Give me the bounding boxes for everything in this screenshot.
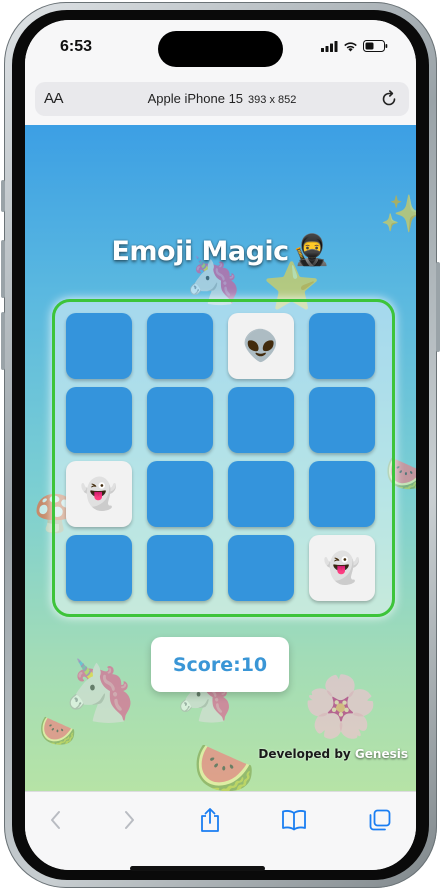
memory-card[interactable]: [147, 387, 213, 453]
forward-icon: [125, 811, 134, 829]
developer-credit: Developed by Genesis: [258, 747, 408, 761]
volume-down-button: [1, 312, 5, 370]
home-indicator: [130, 866, 265, 871]
bookmarks-icon: [282, 810, 306, 831]
power-button: [436, 262, 440, 352]
tabs-icon: [369, 809, 391, 831]
memory-card[interactable]: [228, 535, 294, 601]
memory-card[interactable]: [228, 461, 294, 527]
forward-button[interactable]: [115, 806, 143, 834]
bg-flower-icon: 🌸: [303, 672, 378, 742]
credit-prefix: Developed by: [258, 747, 351, 761]
game-title-text: Emoji Magic: [111, 236, 289, 267]
status-time: 6:53: [60, 38, 93, 55]
status-bar: 6:53: [25, 20, 416, 78]
device-name: Apple iPhone 15: [147, 91, 244, 106]
memory-card[interactable]: [228, 387, 294, 453]
game-board: 👽 👻 👻: [52, 299, 395, 617]
reload-icon[interactable]: [379, 89, 399, 109]
phone-screen: 6:53 AA Apple iPhone 15 393 x 852 🦄 ⭐ ✨ …: [25, 20, 416, 870]
tabs-button[interactable]: [366, 806, 394, 834]
memory-card[interactable]: [147, 313, 213, 379]
back-icon: [51, 811, 60, 829]
web-content: 🦄 ⭐ ✨ 🦄 🍉 🌸 🍉 🦄 🍄 🍉 Emoji Magic 🥷 👽 👻 👻 Sco…: [25, 125, 416, 791]
memory-card[interactable]: [309, 387, 375, 453]
share-button[interactable]: [196, 806, 224, 834]
bg-sparkles-icon: ✨: [380, 194, 416, 235]
memory-card[interactable]: [66, 313, 132, 379]
credit-author: Genesis: [354, 747, 408, 761]
memory-card[interactable]: [66, 535, 132, 601]
status-icons: [321, 40, 388, 52]
memory-card[interactable]: [309, 461, 375, 527]
device-title: Apple iPhone 15 393 x 852: [35, 91, 409, 106]
memory-card[interactable]: [309, 313, 375, 379]
bg-unicorn-icon: 🦄: [63, 656, 138, 726]
dynamic-island: [158, 31, 283, 67]
score-box: Score:10: [151, 637, 289, 692]
browser-toolbar: [25, 791, 416, 870]
alien-icon: 👽: [242, 328, 280, 364]
cellular-signal-icon: [321, 40, 338, 52]
memory-card[interactable]: [66, 387, 132, 453]
memory-card-revealed[interactable]: 👽: [228, 313, 294, 379]
action-button: [1, 180, 5, 212]
bg-watermelon-icon: 🍉: [39, 714, 77, 749]
battery-icon: [363, 40, 388, 52]
ninja-icon: 🥷: [292, 233, 330, 268]
game-title: Emoji Magic 🥷: [25, 233, 416, 268]
wifi-icon: [344, 41, 357, 51]
volume-up-button: [1, 240, 5, 298]
back-button[interactable]: [42, 806, 70, 834]
memory-card-revealed[interactable]: 👻: [309, 535, 375, 601]
bg-watermelon-icon: 🍉: [193, 739, 256, 791]
device-dimensions: 393 x 852: [248, 94, 297, 106]
ghost-icon: 👻: [323, 550, 361, 586]
bookmarks-button[interactable]: [280, 806, 308, 834]
memory-card[interactable]: [147, 535, 213, 601]
address-bar[interactable]: AA Apple iPhone 15 393 x 852: [35, 82, 409, 116]
share-icon: [201, 808, 219, 832]
score-label: Score:10: [172, 653, 268, 676]
memory-card[interactable]: [147, 461, 213, 527]
card-grid: 👽 👻 👻: [66, 313, 375, 601]
ghost-icon: 👻: [80, 476, 118, 512]
memory-card-revealed[interactable]: 👻: [66, 461, 132, 527]
